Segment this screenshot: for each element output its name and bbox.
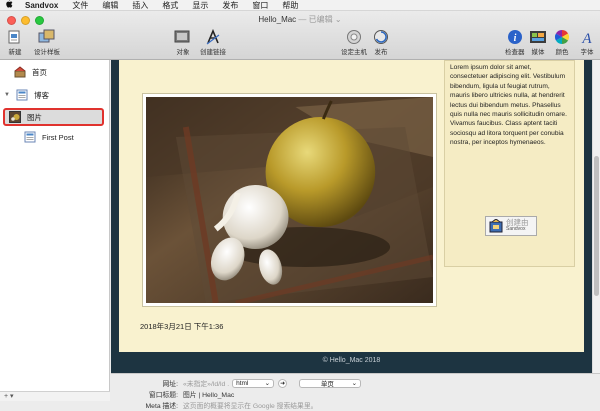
inspector-button[interactable]: i 检查器: [505, 28, 525, 56]
window-title-name: Hello_Mac: [258, 15, 297, 24]
new-button[interactable]: 新建: [6, 28, 24, 56]
setup-host-button[interactable]: 设定主机: [341, 28, 367, 56]
url-row: 网址: «未指定»/ld/ld . html ⌄ ➜ 单页 ⌄: [111, 378, 362, 388]
menu-insert[interactable]: 插入: [125, 0, 155, 11]
window-title-label: 窗口标题:: [148, 392, 178, 399]
create-link-button[interactable]: 创建链接: [200, 28, 226, 56]
blog-page-icon: [16, 89, 28, 101]
design-icon: [38, 28, 56, 46]
object-icon: [174, 28, 192, 46]
made-with-sandvox-badge[interactable]: 创建由 Sandvox: [485, 216, 537, 236]
post-date: 2018年3月21日 下午1:36: [140, 322, 224, 331]
colors-label: 颜色: [555, 49, 569, 56]
badge-sandvox: Sandvox: [506, 226, 526, 232]
object-button[interactable]: 对象: [174, 28, 192, 56]
menu-format[interactable]: 格式: [155, 0, 185, 11]
svg-text:i: i: [513, 33, 516, 44]
new-button-label: 新建: [8, 49, 22, 56]
menu-publish[interactable]: 发布: [215, 0, 245, 11]
host-icon: [345, 28, 363, 46]
link-icon: [204, 28, 222, 46]
media-label: 媒体: [531, 49, 545, 56]
window-title-field[interactable]: 图片 | Hello_Mac: [183, 389, 234, 399]
color-wheel-icon: [553, 28, 571, 46]
publish-label: 发布: [374, 49, 388, 56]
sidebar-item-home-label: 首页: [32, 67, 47, 77]
media-button[interactable]: 媒体: [529, 28, 547, 56]
sidebar-item-home[interactable]: 首页: [14, 66, 47, 78]
menu-bar: Sandvox 文件 编辑 插入 格式 显示 发布 窗口 帮助: [0, 0, 600, 11]
apple-garlic-photo: [146, 97, 434, 306]
svg-text:A: A: [581, 31, 592, 45]
sidebar-item-picture-label: 图片: [27, 112, 42, 122]
window-title-row: 窗口标题: 图片 | Hello_Mac: [111, 389, 234, 399]
window-title: Hello_Mac — 已编辑 ⌄: [0, 14, 600, 25]
page-preview: 2018年3月21日 下午1:36 Lorem ipsum dolor sit …: [111, 60, 592, 373]
go-arrow-icon[interactable]: ➜: [278, 378, 288, 388]
publish-button[interactable]: 发布: [372, 28, 390, 56]
object-button-label: 对象: [176, 49, 190, 56]
chevron-down-icon: ⌄: [264, 380, 271, 387]
chevron-down-icon: ⌄: [351, 380, 358, 387]
sandvox-logo-icon: [489, 219, 503, 233]
meta-description-label: Meta 描述:: [145, 403, 178, 410]
colors-button[interactable]: 颜色: [553, 28, 571, 56]
media-icon: [529, 28, 547, 46]
picture-thumbnail-icon: [9, 111, 21, 123]
setup-host-label: 设定主机: [341, 49, 367, 56]
preview-scrollbar[interactable]: [592, 60, 600, 373]
menu-window[interactable]: 窗口: [245, 0, 275, 11]
new-page-icon: [6, 28, 24, 46]
menu-app-name[interactable]: Sandvox: [18, 0, 65, 11]
design-button-label: 设计样板: [34, 49, 60, 56]
page-type-select-value: 单页: [320, 381, 334, 388]
sidebar-item-first-post-label: First Post: [42, 132, 74, 142]
meta-description-row: Meta 描述: 这页面的概要将显示在 Google 搜索结果里。: [111, 400, 318, 410]
menu-help[interactable]: 帮助: [275, 0, 305, 11]
sidebar-item-picture[interactable]: 图片: [9, 111, 42, 123]
fonts-label: 字体: [580, 49, 594, 56]
font-icon: A: [578, 28, 596, 46]
scrollbar-thumb[interactable]: [594, 156, 599, 296]
apple-icon[interactable]: [0, 0, 18, 11]
info-icon: i: [506, 28, 524, 46]
page-properties-panel: 网址: «未指定»/ld/ld . html ⌄ ➜ 单页 ⌄ 窗口标题: 图片…: [111, 373, 600, 411]
badge-made-by: 创建由: [506, 218, 529, 227]
sidebar-item-blog-label: 博客: [33, 90, 49, 100]
site-outline-sidebar: 首页 ▼ 博客 图片 First Post + ▾: [0, 60, 110, 401]
disclosure-triangle-icon[interactable]: ▼: [4, 92, 10, 98]
inspector-label: 检查器: [505, 49, 525, 56]
page-content-area: 2018年3月21日 下午1:36 Lorem ipsum dolor sit …: [119, 60, 584, 352]
page-footer: © Hello_Mac 2018: [322, 357, 381, 364]
sidebar-footer-bar: + ▾: [0, 391, 110, 401]
fonts-button[interactable]: A 字体: [578, 28, 596, 56]
menu-edit[interactable]: 编辑: [95, 0, 125, 11]
photo-frame[interactable]: [142, 93, 437, 307]
add-page-icon[interactable]: + ▾: [4, 393, 14, 400]
post-page-icon: [24, 131, 36, 143]
window-title-status: — 已编辑: [298, 15, 333, 24]
design-button[interactable]: 设计样板: [34, 28, 60, 56]
chevron-down-icon[interactable]: ⌄: [335, 15, 342, 24]
extension-select[interactable]: html ⌄: [232, 378, 275, 388]
publish-icon: [372, 28, 390, 46]
sidebar-item-blog[interactable]: ▼ 博客: [4, 89, 49, 101]
sidebar-item-first-post[interactable]: First Post: [24, 131, 74, 143]
extension-select-value: html: [236, 379, 249, 387]
page-type-select[interactable]: 单页 ⌄: [299, 378, 362, 388]
url-label: 网址:: [162, 381, 178, 388]
url-field[interactable]: «未指定»/ld/ld .: [183, 378, 229, 388]
home-page-icon: [14, 66, 26, 78]
window-toolbar: Hello_Mac — 已编辑 ⌄ 新建 设计样板 对象 创建链接 设定主机 发…: [0, 11, 600, 60]
menu-view[interactable]: 显示: [185, 0, 215, 11]
create-link-label: 创建链接: [200, 49, 226, 56]
meta-description-field[interactable]: 这页面的概要将显示在 Google 搜索结果里。: [183, 400, 317, 410]
menu-file[interactable]: 文件: [65, 0, 95, 11]
